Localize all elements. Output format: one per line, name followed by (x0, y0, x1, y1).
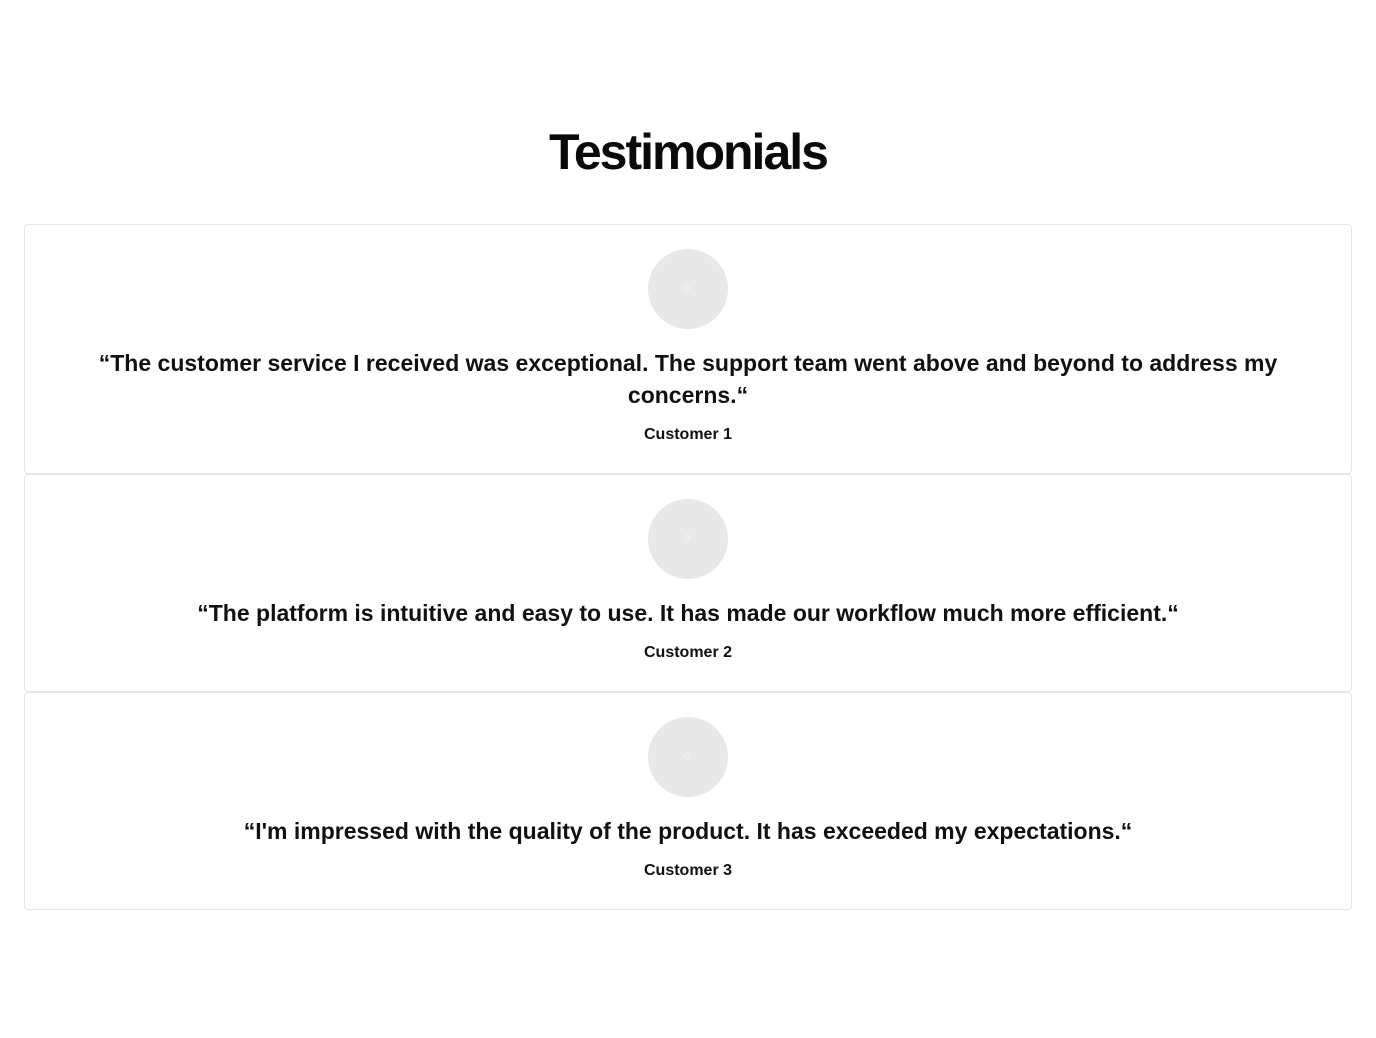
testimonial-author: Customer 2 (643, 644, 733, 661)
testimonial-author: Customer 1 (643, 426, 733, 443)
testimonials-section: Testimonials “The customer service I rec… (0, 0, 1376, 1038)
page-title: Testimonials (549, 124, 829, 180)
testimonial-quote: “The platform is intuitive and easy to u… (197, 600, 1179, 626)
testimonial-card: “The customer service I received was exc… (24, 224, 1352, 474)
image-placeholder-icon (684, 753, 690, 759)
avatar-placeholder-icon (648, 249, 728, 329)
image-placeholder-icon (684, 535, 690, 541)
testimonial-list: “The customer service I received was exc… (24, 224, 1352, 910)
avatar-placeholder-icon (648, 499, 728, 579)
testimonial-quote: “The customer service I received was exc… (98, 350, 1278, 408)
testimonial-quote: “I'm impressed with the quality of the p… (243, 818, 1133, 844)
testimonial-card: “The platform is intuitive and easy to u… (24, 474, 1352, 692)
testimonial-author: Customer 3 (643, 862, 733, 879)
avatar-placeholder-icon (648, 717, 728, 797)
testimonial-card: “I'm impressed with the quality of the p… (24, 692, 1352, 910)
image-placeholder-icon (684, 285, 690, 291)
